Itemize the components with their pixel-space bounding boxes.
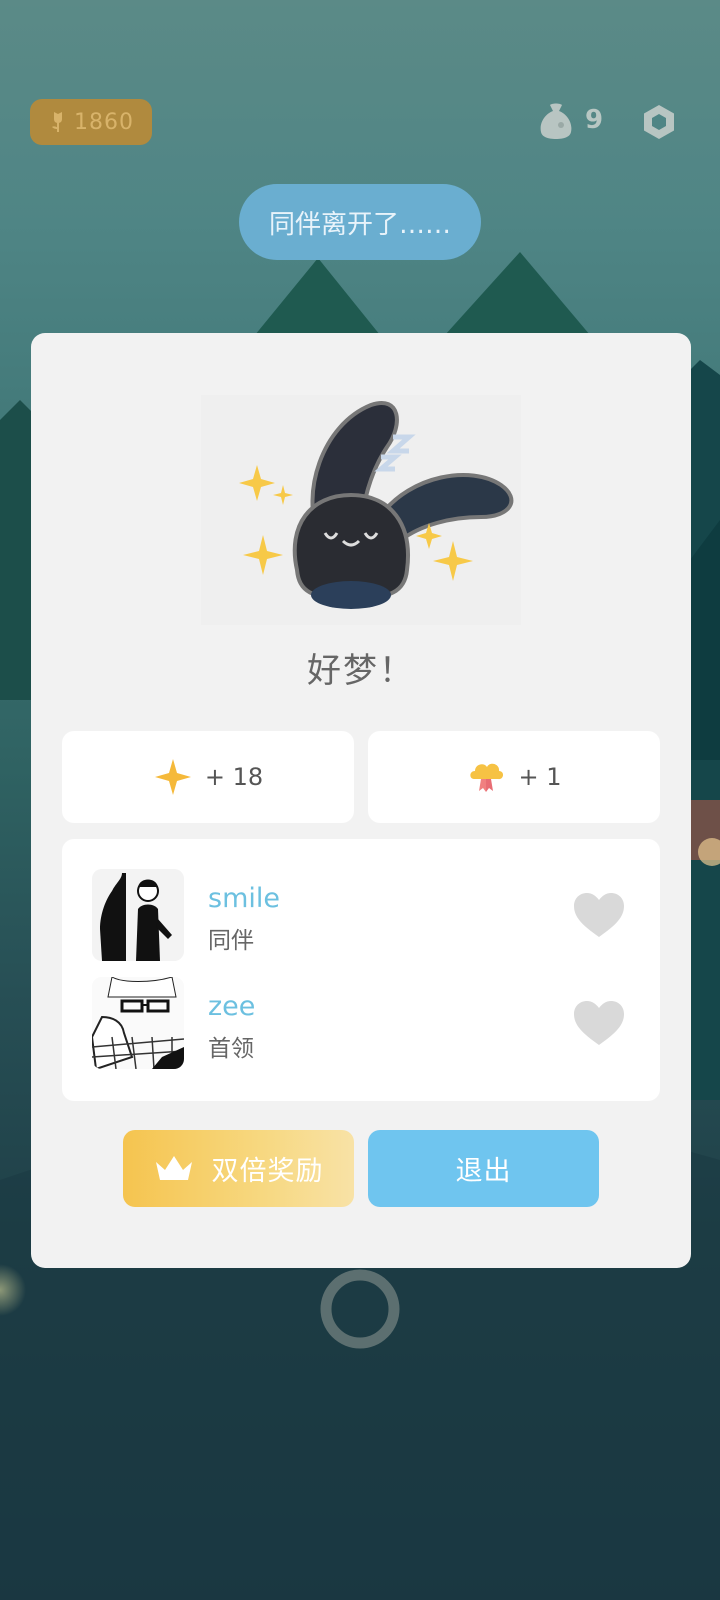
member-avatar[interactable]	[92, 869, 184, 961]
game-screen: 1860 9 同伴离开了…… 好梦！ + 18 + 1 smile 同伴 zee…	[0, 0, 720, 1600]
exit-label: 退出	[455, 1156, 512, 1187]
avatar-image	[92, 977, 184, 1069]
bag-counter[interactable]: 9	[535, 99, 603, 141]
double-reward-label: 双倍奖励	[211, 1156, 324, 1187]
action-ring-icon[interactable]	[319, 1268, 401, 1350]
hexagon-settings-icon[interactable]	[640, 103, 678, 141]
member-role: 同伴	[208, 928, 254, 954]
currency-value: 1860	[74, 109, 134, 135]
light-reward: + 18	[62, 731, 354, 823]
member-name: zee	[208, 991, 256, 1022]
companion-left-toast: 同伴离开了……	[239, 184, 481, 260]
currency-counter[interactable]: 1860	[30, 99, 152, 145]
result-dialog: 好梦！ + 18 + 1 smile 同伴 zee 首领 双倍奖励 退出	[31, 333, 691, 1268]
sparkle-icon	[154, 759, 191, 795]
members-list: smile 同伴 zee 首领	[62, 839, 660, 1101]
member-row: zee 首领	[62, 977, 660, 1073]
cloud-badge-icon	[470, 763, 504, 792]
tulip-icon	[52, 112, 62, 132]
member-avatar[interactable]	[92, 977, 184, 1069]
dialog-title: 好梦！	[307, 651, 415, 691]
member-role: 首领	[208, 1036, 254, 1062]
heart-icon[interactable]	[572, 891, 626, 939]
member-row: smile 同伴	[62, 869, 660, 965]
sleeping-bunny-illustration	[201, 395, 521, 625]
badge-reward: + 1	[368, 731, 660, 823]
crown-icon	[155, 1155, 192, 1180]
double-reward-button[interactable]: 双倍奖励	[123, 1130, 354, 1207]
bag-count: 9	[585, 105, 604, 135]
sack-icon	[540, 103, 572, 139]
exit-button[interactable]: 退出	[368, 1130, 599, 1207]
badge-reward-amount: + 1	[518, 763, 562, 791]
member-name: smile	[208, 883, 280, 914]
toast-text: 同伴离开了……	[268, 209, 451, 240]
light-reward-amount: + 18	[204, 763, 264, 791]
heart-icon[interactable]	[572, 999, 626, 1047]
avatar-image	[92, 869, 184, 961]
